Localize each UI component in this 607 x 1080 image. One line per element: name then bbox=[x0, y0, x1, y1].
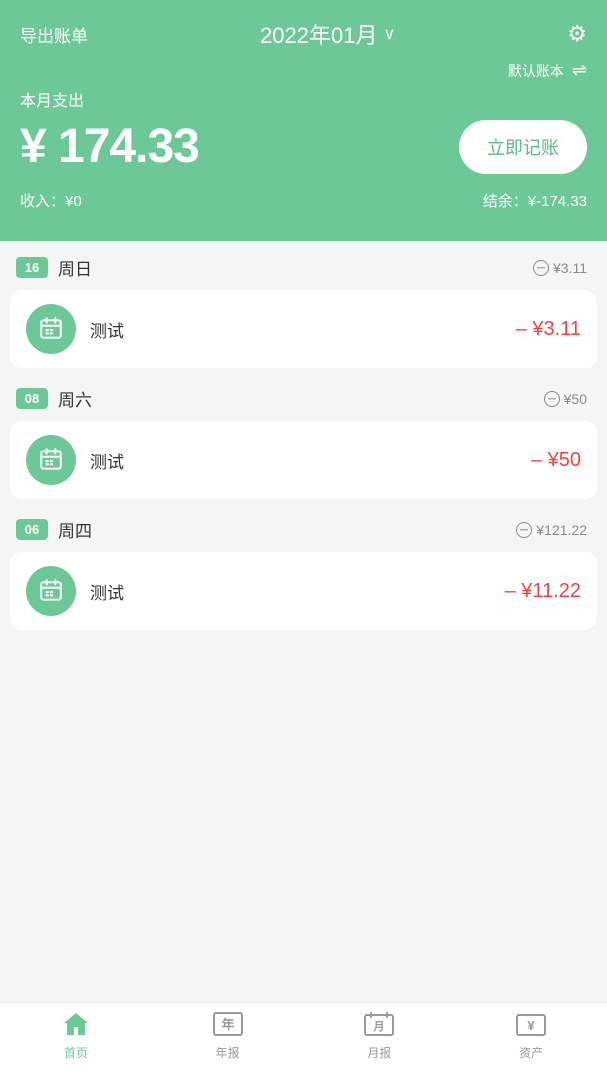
category-icon bbox=[26, 566, 76, 616]
transaction-name: 测试 bbox=[90, 579, 124, 604]
bottom-navigation: 首页 年 年报 月 月报 ¥ 资产 bbox=[0, 1002, 607, 1080]
day-badge-16: 16 bbox=[16, 257, 48, 278]
minus-circle-icon bbox=[533, 260, 549, 276]
transaction-name: 测试 bbox=[90, 448, 124, 473]
nav-label-month: 月报 bbox=[367, 1044, 391, 1061]
svg-text:年: 年 bbox=[221, 1017, 234, 1032]
day-total-amount-08: ¥50 bbox=[564, 391, 587, 407]
day-header-left: 08 周六 bbox=[16, 386, 92, 411]
date-selector[interactable]: 2022年01月 ∨ bbox=[260, 18, 395, 50]
income-text: 收入：¥0 bbox=[20, 190, 82, 211]
calendar-icon bbox=[38, 447, 64, 473]
day-badge-08: 08 bbox=[16, 388, 48, 409]
transfer-icon: ⇌ bbox=[572, 60, 587, 81]
transaction-left: 测试 bbox=[26, 304, 124, 354]
balance-text: 结余：¥-174.33 bbox=[483, 190, 587, 211]
total-amount: ¥ 174.33 bbox=[20, 119, 199, 174]
nav-label-year: 年报 bbox=[216, 1044, 240, 1061]
minus-circle-icon bbox=[544, 391, 560, 407]
month-report-icon: 月 bbox=[363, 1011, 395, 1041]
transaction-item[interactable]: 测试 – ¥11.22 bbox=[10, 552, 597, 630]
nav-item-assets[interactable]: ¥ 资产 bbox=[455, 1011, 607, 1061]
amount-row: ¥ 174.33 立即记账 bbox=[20, 119, 587, 174]
app-header: 导出账单 2022年01月 ∨ ⚙ bbox=[0, 0, 607, 50]
transaction-amount: – ¥50 bbox=[531, 449, 581, 472]
calendar-icon bbox=[38, 316, 64, 342]
year-report-icon: 年 bbox=[212, 1011, 244, 1041]
day-badge-06: 06 bbox=[16, 519, 48, 540]
day-name-16: 周日 bbox=[58, 255, 92, 280]
transaction-name: 测试 bbox=[90, 317, 124, 342]
transaction-amount: – ¥3.11 bbox=[516, 318, 581, 341]
day-total-amount-06: ¥121.22 bbox=[536, 522, 587, 538]
account-label: 默认账本 bbox=[508, 61, 564, 81]
day-total-amount-16: ¥3.11 bbox=[553, 260, 587, 276]
day-total-08: ¥50 bbox=[544, 391, 587, 407]
home-icon bbox=[62, 1011, 90, 1041]
assets-icon: ¥ bbox=[515, 1011, 547, 1041]
calendar-icon bbox=[38, 578, 64, 604]
nav-item-year[interactable]: 年 年报 bbox=[152, 1011, 304, 1061]
day-header-left: 16 周日 bbox=[16, 255, 92, 280]
day-total-06: ¥121.22 bbox=[516, 522, 587, 538]
transaction-left: 测试 bbox=[26, 435, 124, 485]
day-name-06: 周四 bbox=[58, 517, 92, 542]
day-section-08: 08 周六 ¥50 bbox=[0, 372, 607, 499]
svg-text:¥: ¥ bbox=[528, 1018, 536, 1033]
day-section-06: 06 周四 ¥121.22 bbox=[0, 503, 607, 630]
current-date: 2022年01月 bbox=[260, 18, 377, 50]
day-section-16: 16 周日 ¥3.11 bbox=[0, 241, 607, 368]
transaction-item[interactable]: 测试 – ¥3.11 bbox=[10, 290, 597, 368]
day-header-06: 06 周四 ¥121.22 bbox=[0, 503, 607, 552]
day-header-08: 08 周六 ¥50 bbox=[0, 372, 607, 421]
account-selector[interactable]: 默认账本 ⇌ bbox=[20, 60, 587, 81]
svg-text:月: 月 bbox=[373, 1020, 385, 1033]
export-button[interactable]: 导出账单 bbox=[20, 22, 88, 47]
transaction-amount: – ¥11.22 bbox=[505, 580, 581, 603]
expense-label: 本月支出 bbox=[20, 87, 587, 111]
summary-card: 默认账本 ⇌ 本月支出 ¥ 174.33 立即记账 收入：¥0 结余：¥-174… bbox=[0, 50, 607, 241]
nav-item-month[interactable]: 月 月报 bbox=[304, 1011, 456, 1061]
nav-label-home: 首页 bbox=[64, 1044, 88, 1061]
minus-circle-icon bbox=[516, 522, 532, 538]
day-total-16: ¥3.11 bbox=[533, 260, 587, 276]
record-button[interactable]: 立即记账 bbox=[459, 120, 587, 174]
day-header-16: 16 周日 ¥3.11 bbox=[0, 241, 607, 290]
nav-label-assets: 资产 bbox=[519, 1044, 543, 1061]
chevron-down-icon: ∨ bbox=[383, 24, 395, 44]
transaction-item[interactable]: 测试 – ¥50 bbox=[10, 421, 597, 499]
day-name-08: 周六 bbox=[58, 386, 92, 411]
category-icon bbox=[26, 304, 76, 354]
day-header-left: 06 周四 bbox=[16, 517, 92, 542]
transaction-left: 测试 bbox=[26, 566, 124, 616]
transaction-list: 16 周日 ¥3.11 bbox=[0, 241, 607, 714]
nav-item-home[interactable]: 首页 bbox=[0, 1011, 152, 1061]
income-balance-row: 收入：¥0 结余：¥-174.33 bbox=[20, 190, 587, 211]
category-icon bbox=[26, 435, 76, 485]
settings-icon[interactable]: ⚙ bbox=[567, 21, 587, 47]
